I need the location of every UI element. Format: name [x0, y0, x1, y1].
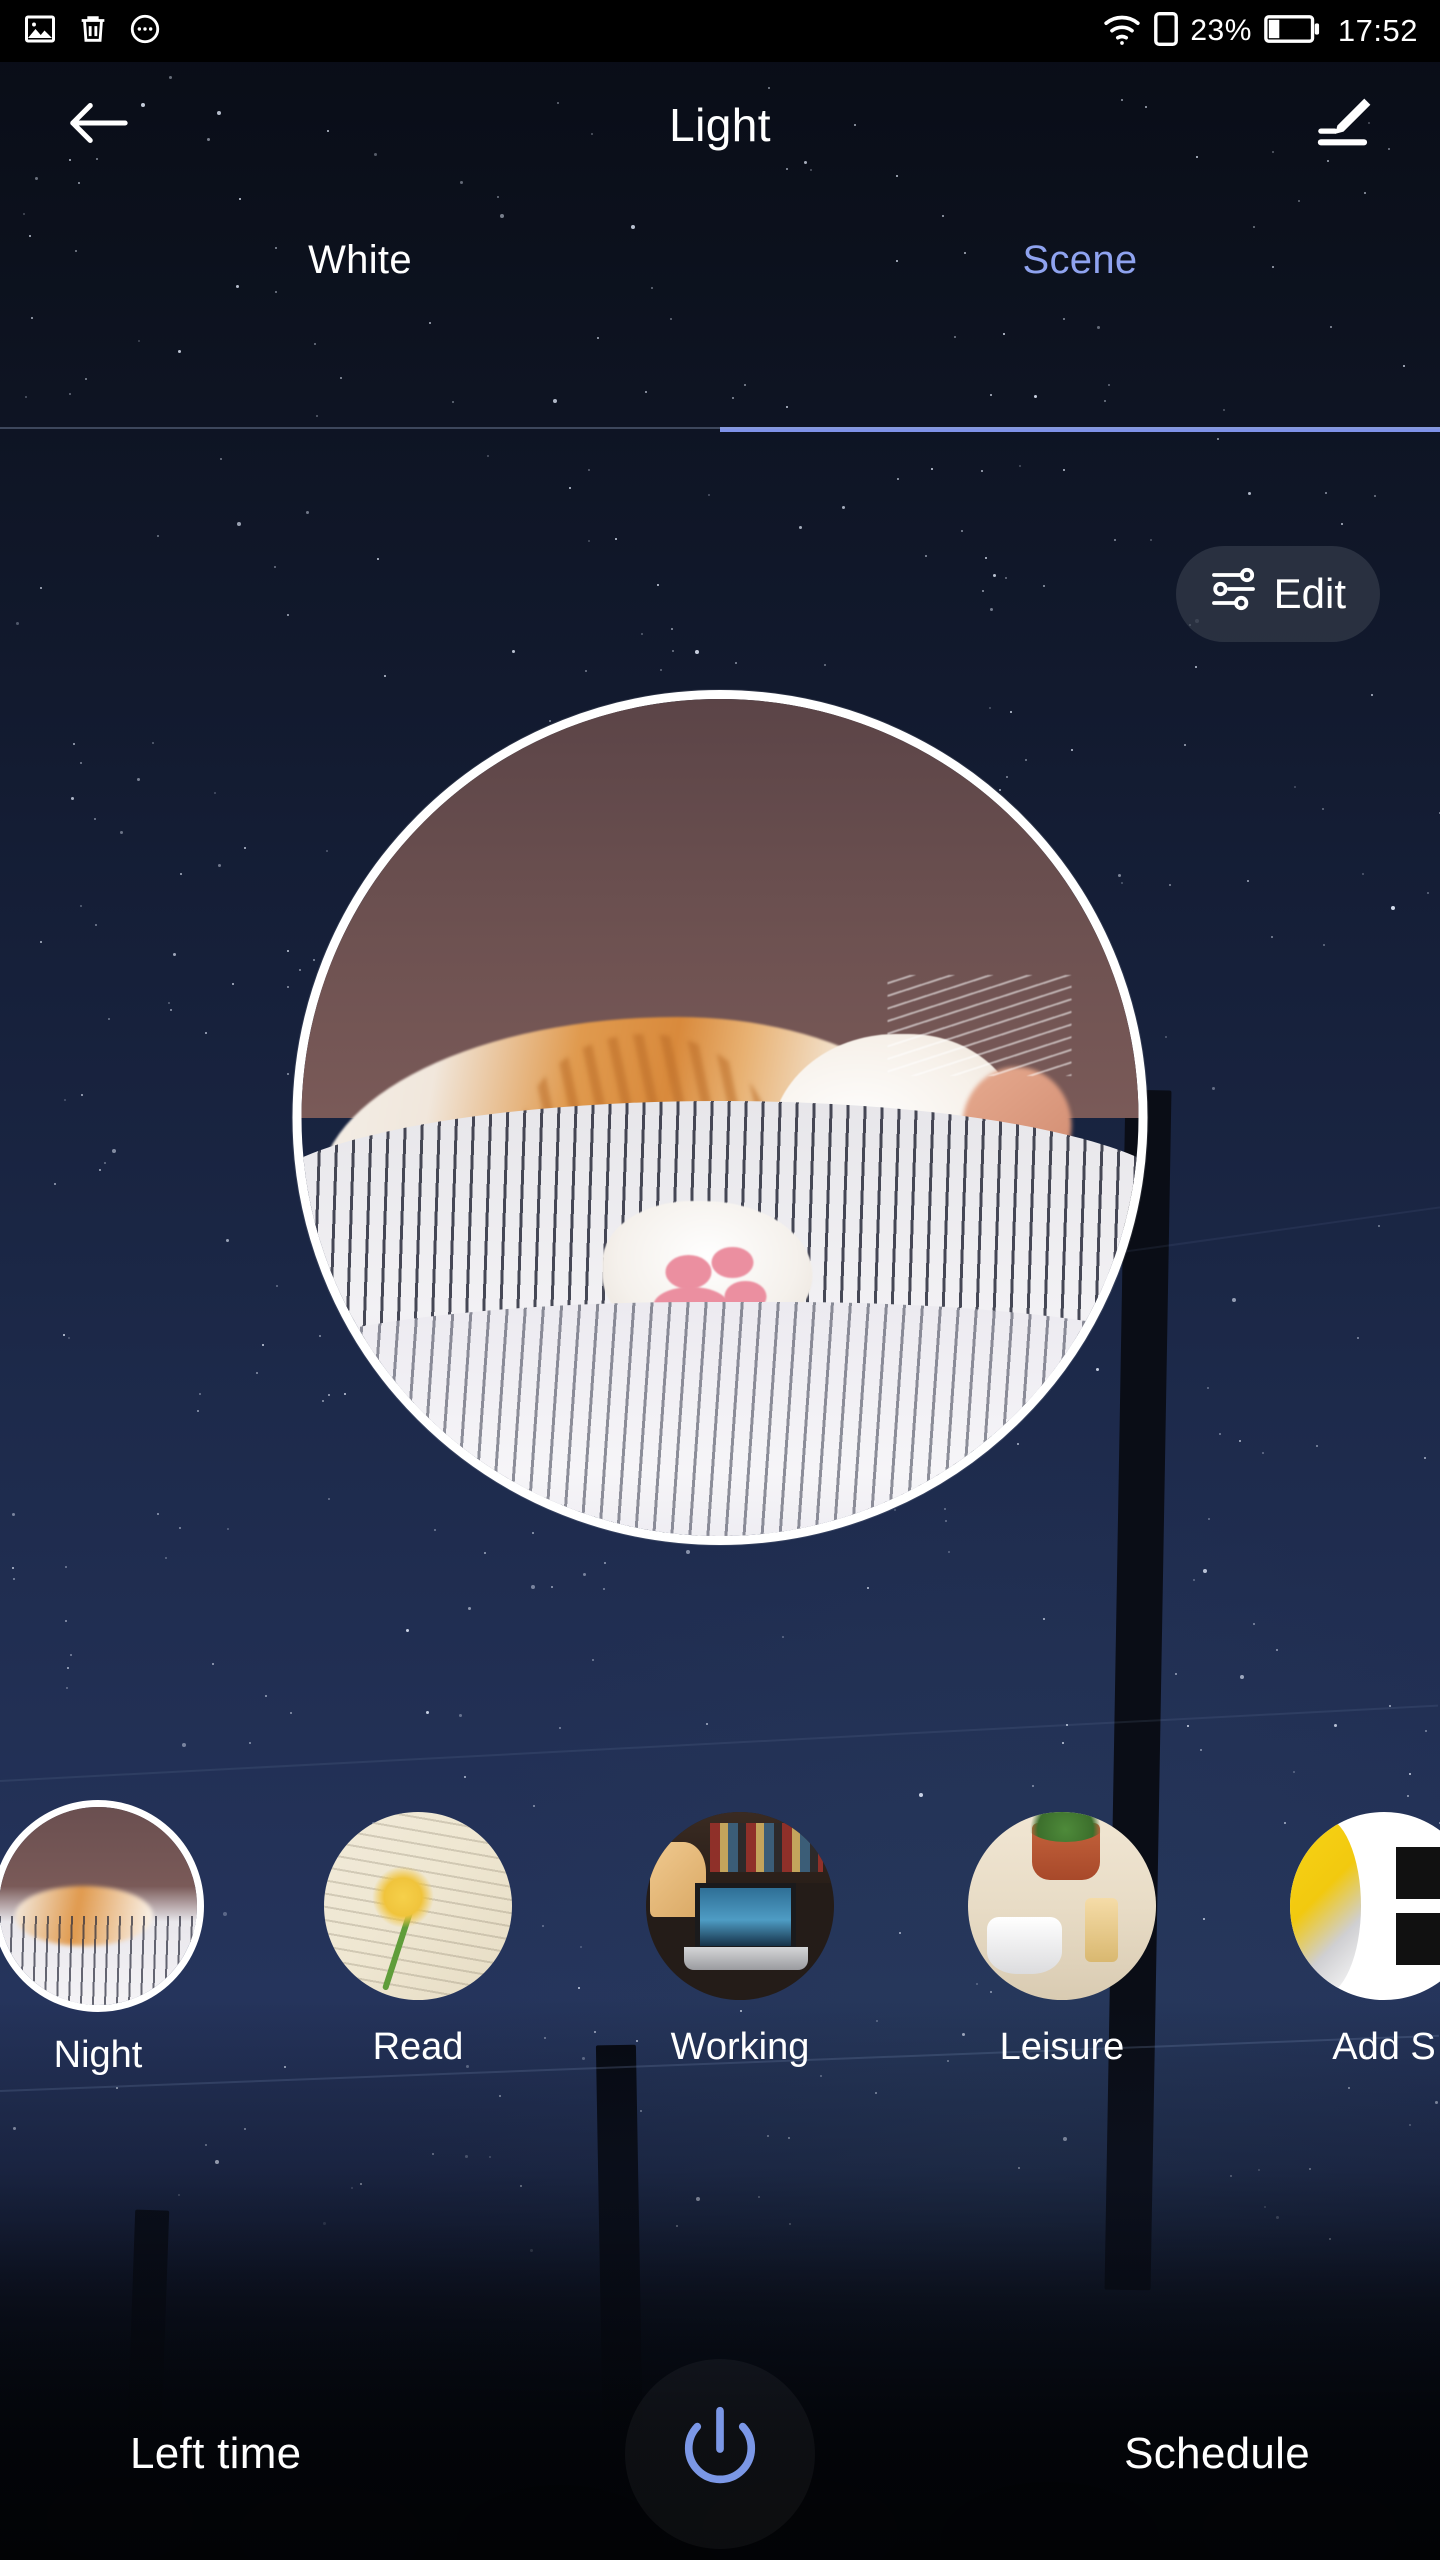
tab-white[interactable]: White: [0, 188, 720, 432]
tab-bar: White Scene: [0, 188, 1440, 432]
pencil-edit-icon: [1312, 92, 1378, 159]
trash-icon: [76, 12, 110, 51]
edit-button-label: Edit: [1273, 570, 1346, 617]
schedule-button[interactable]: Schedule: [1124, 2429, 1310, 2479]
scene-thumb-add-scene: [1286, 1808, 1440, 2004]
add-scene-icon: [1395, 1847, 1440, 1965]
scene-item-read[interactable]: Read: [308, 1808, 528, 2069]
power-button[interactable]: [625, 2359, 815, 2549]
rename-button[interactable]: [1300, 80, 1390, 170]
photo-cat-whiskers: [887, 975, 1072, 1076]
edit-scenes-button[interactable]: Edit: [1175, 546, 1380, 642]
sliders-tune-icon: [1210, 567, 1258, 621]
scene-label-read: Read: [372, 2026, 464, 2068]
power-icon: [661, 2393, 779, 2516]
tab-white-label: White: [308, 238, 412, 282]
sim-card-icon: [1154, 11, 1179, 51]
scene-thumb-leisure: [964, 1808, 1160, 2004]
page-title: Light: [669, 99, 771, 151]
wifi-icon: [1102, 12, 1142, 51]
bottom-bar: Left time Schedule: [0, 2348, 1440, 2560]
scene-item-leisure[interactable]: Leisure: [952, 1808, 1172, 2069]
status-bar-right: 23% 17:52: [1102, 11, 1418, 51]
battery-percent: 23%: [1190, 14, 1252, 47]
tab-scene-label: Scene: [1022, 238, 1138, 282]
status-bar-left: [22, 11, 162, 52]
scene-label-add-scene: Add S: [1332, 2026, 1436, 2068]
phone-screen: 23% 17:52 Light White Scene Edit Night R…: [0, 0, 1440, 2560]
left-time-button[interactable]: Left time: [130, 2429, 301, 2479]
status-bar: 23% 17:52: [0, 0, 1440, 62]
scene-thumb-night: [0, 1800, 204, 2012]
scene-thumb-read: [320, 1808, 516, 2004]
scene-label-leisure: Leisure: [999, 2026, 1125, 2068]
image-icon: [22, 11, 58, 52]
scene-label-night: Night: [53, 2034, 143, 2076]
scene-item-working[interactable]: Working: [630, 1808, 850, 2069]
tab-scene[interactable]: Scene: [720, 188, 1440, 432]
scene-item-add-scene[interactable]: Add S: [1274, 1808, 1440, 2069]
battery-icon: [1264, 14, 1320, 49]
scene-preview-circle[interactable]: [292, 690, 1148, 1545]
scene-label-working: Working: [670, 2026, 810, 2068]
more-circle-icon: [128, 12, 162, 51]
photo-sheet-fold: [301, 1301, 1139, 1536]
app-bar: Light: [0, 62, 1440, 188]
scene-carousel[interactable]: Night Read Working Leisure Add S: [0, 1800, 1440, 2120]
tab-divider: [0, 427, 1440, 429]
sleeping-cat-photo: [301, 699, 1139, 1536]
scene-item-night[interactable]: Night: [0, 1800, 208, 2077]
status-bar-clock: 17:52: [1337, 13, 1418, 48]
scene-thumb-working: [642, 1808, 838, 2004]
